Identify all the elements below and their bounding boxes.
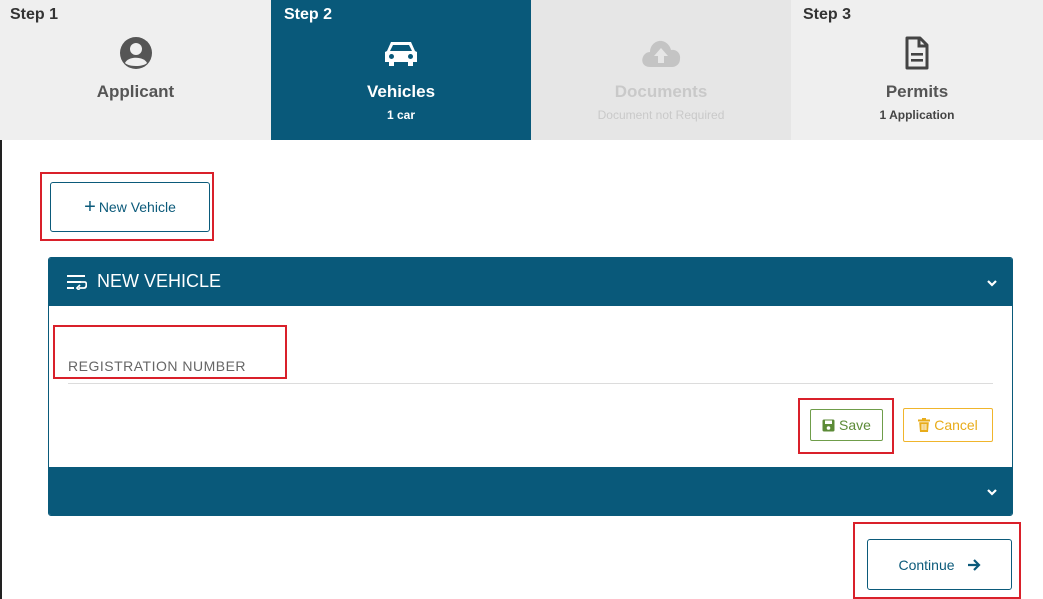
step-title: Documents — [614, 82, 708, 101]
plus-icon: + — [84, 196, 96, 218]
step-number: Step 1 — [10, 6, 59, 23]
panel-footer[interactable] — [49, 467, 1012, 515]
continue-button[interactable]: Continue — [867, 539, 1012, 590]
registration-number-input[interactable] — [68, 330, 993, 382]
cancel-button[interactable]: Cancel — [903, 408, 993, 442]
arrow-right-icon — [967, 558, 981, 571]
chevron-down-icon[interactable] — [986, 484, 998, 502]
step-applicant[interactable]: Step 1 Applicant — [0, 0, 271, 140]
new-vehicle-label: New Vehicle — [98, 199, 176, 215]
floppy-disk-icon — [822, 419, 835, 431]
user-circle-icon — [0, 33, 271, 73]
new-vehicle-button[interactable]: + New Vehicle — [50, 182, 210, 232]
step-vehicles[interactable]: Step 2 Vehicles 1 car — [271, 0, 531, 140]
new-vehicle-panel: NEW VEHICLE — [48, 257, 1013, 516]
step-title: Applicant — [96, 82, 175, 101]
page-frame-edge — [0, 140, 2, 599]
step-number: Step 3 — [803, 6, 852, 23]
cloud-upload-icon — [531, 33, 791, 73]
continue-label: Continue — [898, 556, 955, 573]
trash-icon — [918, 418, 931, 432]
step-subtitle: 1 Application — [879, 108, 955, 122]
step-permits[interactable]: Step 3 Permits 1 Application — [791, 0, 1043, 140]
step-documents: Documents Document not Required — [531, 0, 791, 140]
wrap-text-icon — [67, 274, 88, 295]
panel-header[interactable]: NEW VEHICLE — [49, 258, 1012, 306]
cancel-label: Cancel — [934, 417, 978, 433]
chevron-down-icon[interactable] — [986, 275, 998, 293]
step-subtitle: Document not Required — [597, 108, 725, 122]
step-title: Permits — [885, 82, 949, 101]
panel-title: NEW VEHICLE — [97, 271, 222, 291]
registration-underline — [68, 383, 993, 384]
step-title: Vehicles — [366, 82, 436, 101]
save-label: Save — [839, 417, 871, 433]
save-button[interactable]: Save — [810, 409, 883, 441]
wizard-steps: Step 1 Applicant Step 2 Vehicles 1 car D… — [0, 0, 1043, 140]
step-number: Step 2 — [284, 6, 333, 23]
step-subtitle: 1 car — [386, 108, 416, 122]
document-icon — [791, 33, 1043, 73]
car-icon — [271, 33, 531, 73]
